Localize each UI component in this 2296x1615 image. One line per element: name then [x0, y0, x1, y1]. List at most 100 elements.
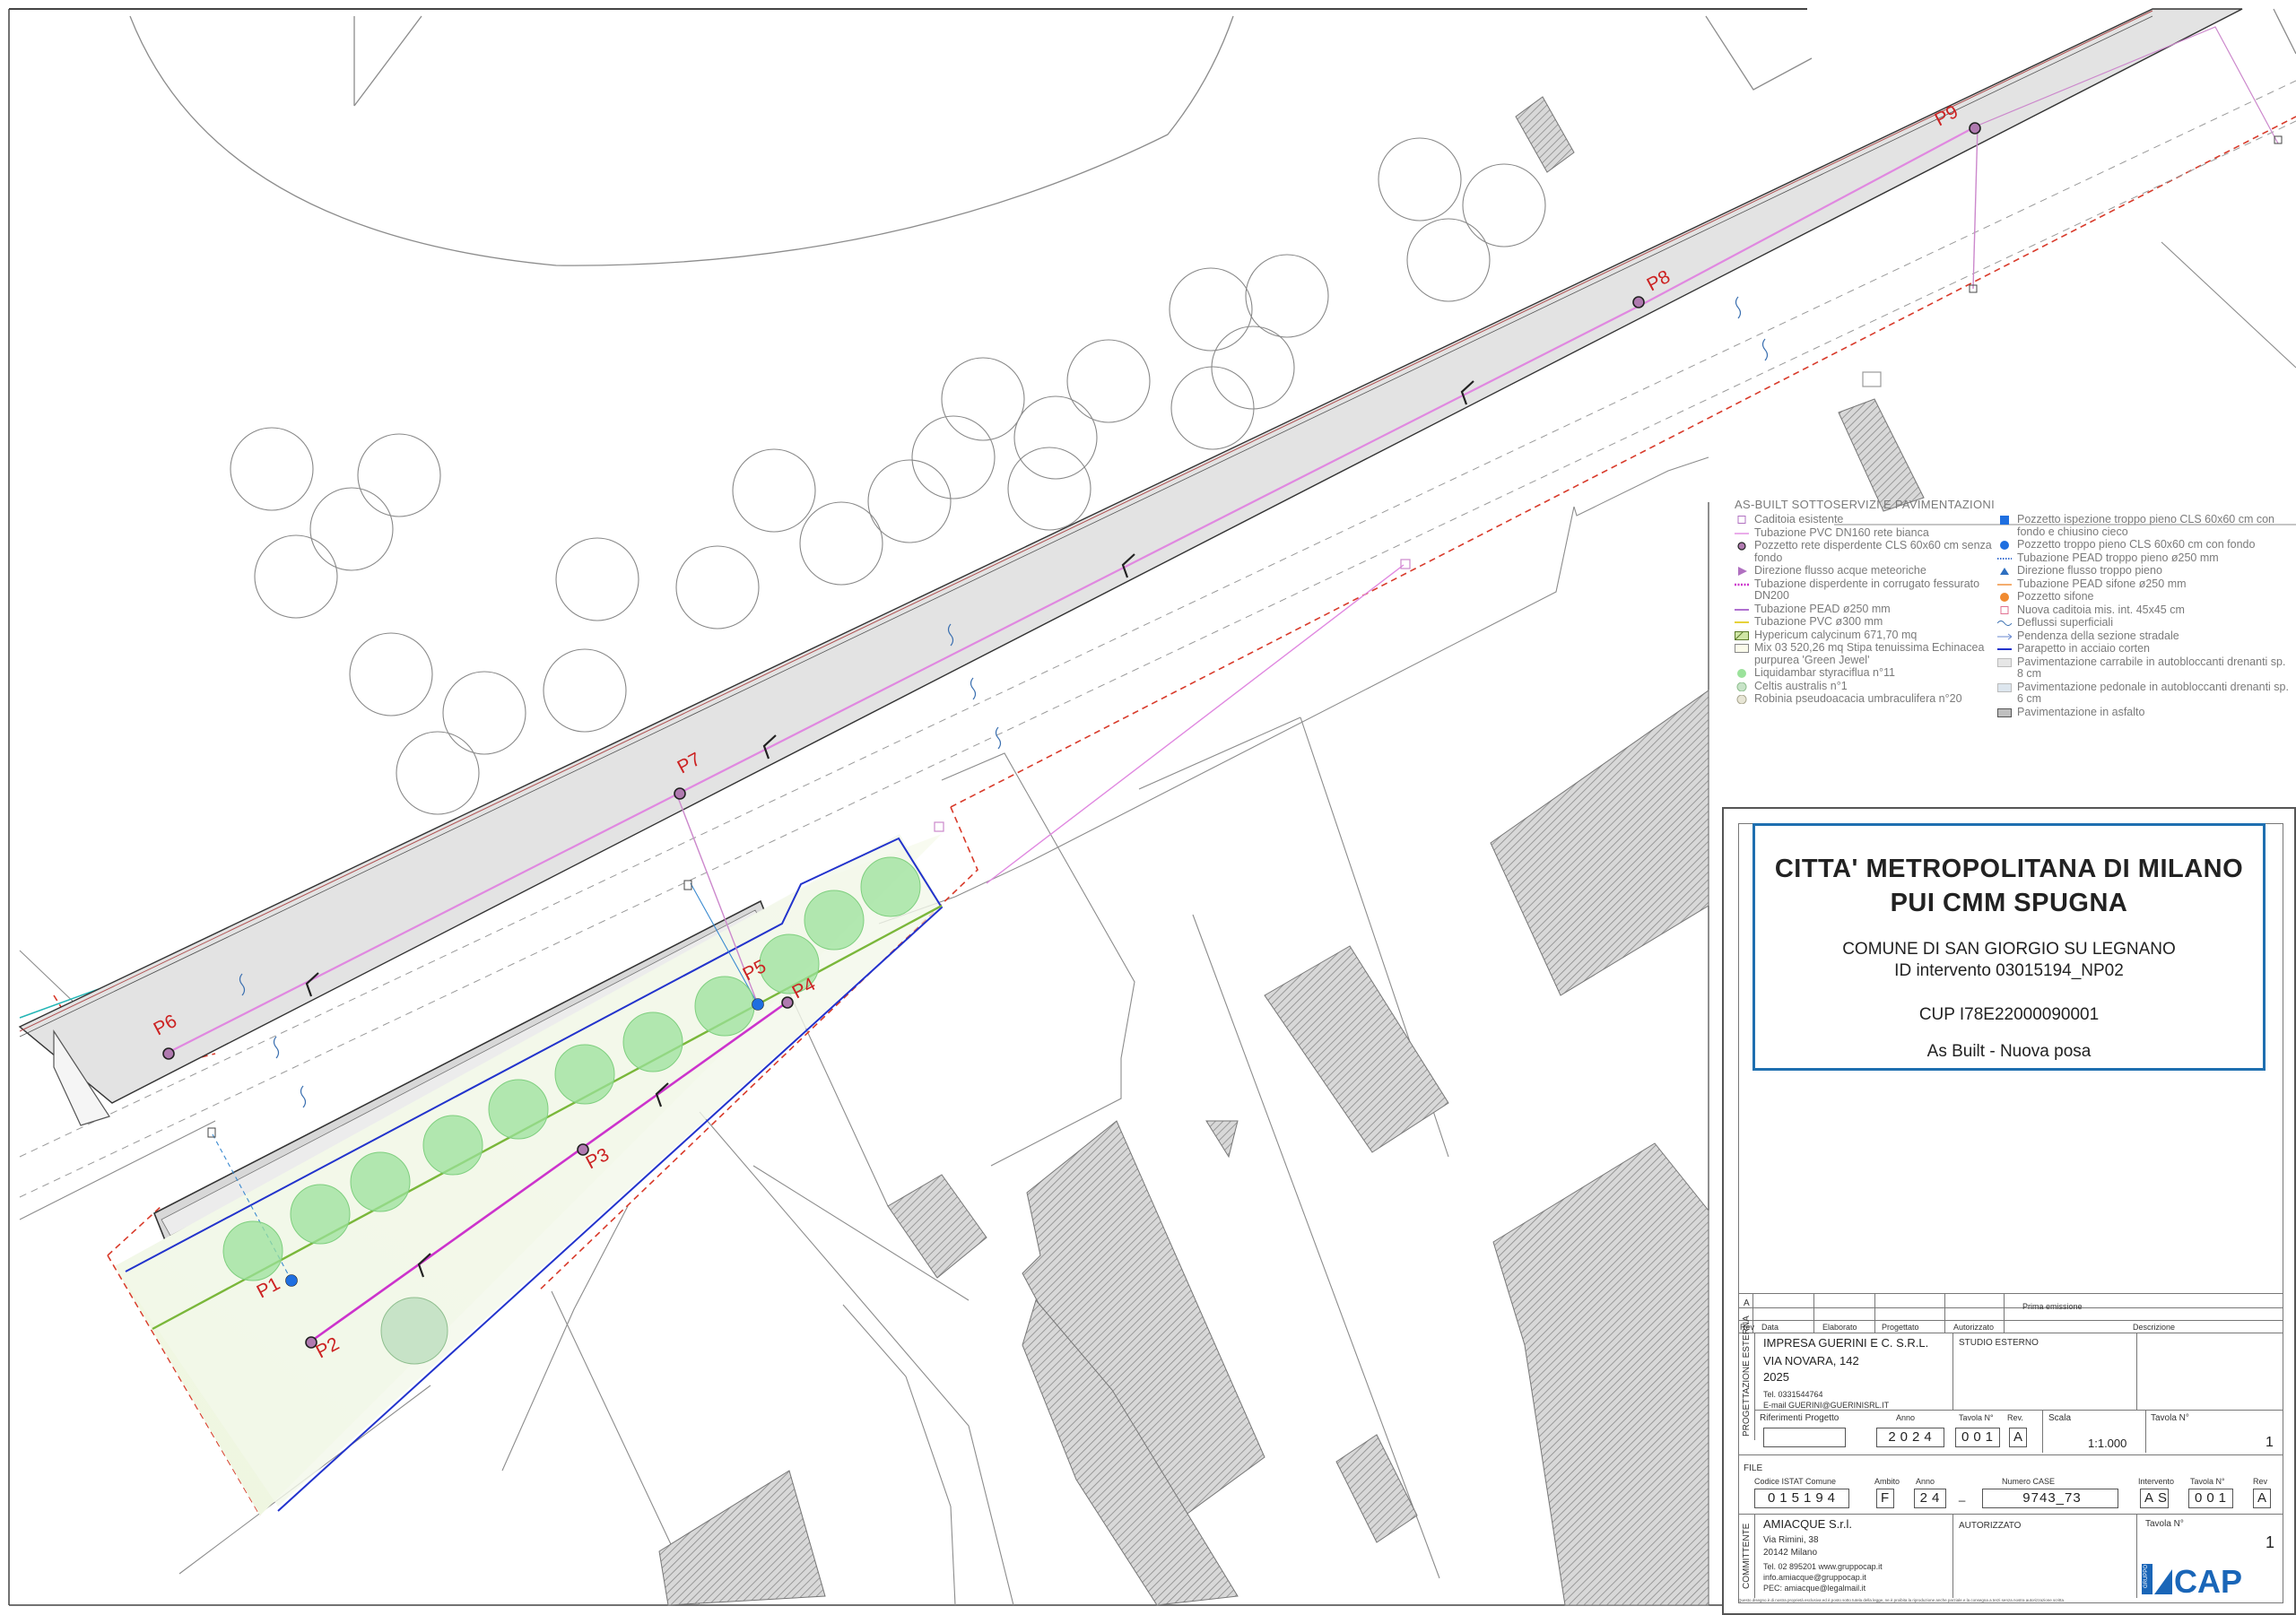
legend-item: Caditoia esistente — [1733, 513, 2002, 526]
file-rev-label: Rev — [2253, 1477, 2268, 1486]
legend-item-label: Pozzetto sifone — [2017, 590, 2094, 603]
rev-header-data: Data — [1761, 1323, 1779, 1332]
impresa-email: E-mail GUERINI@GUERINISRL.IT — [1763, 1401, 1890, 1410]
progettazione-label: PROGETTAZIONE ESTERNA — [1742, 1315, 1752, 1437]
legend-title: AS-BUILT SOTTOSERVIZI E PAVIMENTAZIONI — [1735, 498, 1995, 511]
well-marker-p5 — [752, 998, 764, 1011]
legend-item: Celtis australis n°1 — [1733, 680, 2002, 693]
amiacque-name: AMIACQUE S.r.l. — [1763, 1517, 1852, 1531]
legend-item: Tubazione PVC ø300 mm — [1733, 615, 2002, 629]
id-intervento: ID intervento 03015194_NP02 — [1894, 961, 2124, 980]
case-label: Numero CASE — [2002, 1477, 2056, 1486]
legend-item: Liquidambar styraciflua n°11 — [1733, 666, 2002, 680]
rev-header-progettato: Progettato — [1882, 1323, 1919, 1332]
well-marker-p9 — [1969, 122, 1981, 135]
legend-item-label: Pozzetto troppo pieno CLS 60x60 cm con f… — [2017, 538, 2256, 551]
file-anno-label: Anno — [1916, 1477, 1935, 1486]
rif-rev-label: Rev. — [2007, 1413, 2023, 1422]
title-main: CITTA' METROPOLITANA DI MILANO — [1774, 855, 2244, 883]
legend-item-label: Tubazione PVC ø300 mm — [1754, 615, 1883, 628]
logo-side-text: GRUPPO — [2144, 1565, 2149, 1588]
legend-item-label: Caditoia esistente — [1754, 513, 1844, 525]
legend-item: Deflussi superficiali — [1996, 616, 2292, 630]
interv-label: Intervento — [2138, 1477, 2175, 1486]
legend-item-label: Parapetto in acciaio corten — [2017, 642, 2151, 655]
ambito-label: Ambito — [1874, 1477, 1900, 1486]
title-block: CITTA' METROPOLITANA DI MILANO PUI CMM S… — [1722, 807, 2296, 1615]
legend-item-label: Tubazione PEAD troppo pieno ø250 mm — [2017, 551, 2219, 564]
legend-item-label: Deflussi superficiali — [2017, 616, 2113, 629]
rev-header-descrizione: Descrizione — [2133, 1323, 2176, 1332]
legal-footer: Questo disegno è di nostra proprietà esc… — [1738, 1598, 2066, 1602]
rif-anno-label: Anno — [1896, 1413, 1916, 1422]
tavola2-label: Tavola N° — [2145, 1519, 2184, 1529]
legend-item-label: Tubazione disperdente in corrugato fessu… — [1754, 577, 1980, 602]
tavola-value: 1 — [2266, 1435, 2274, 1450]
rev-header-elaborato: Elaborato — [1822, 1323, 1857, 1332]
cap-logo: GRUPPO CAP — [2142, 1559, 2278, 1600]
amiacque-tel: Tel. 02 895201 www.gruppocap.it — [1763, 1562, 1883, 1571]
legend-item: Pavimentazione in asfalto — [1996, 705, 2292, 719]
legend-item: Tubazione PEAD sifone ø250 mm — [1996, 577, 2292, 591]
legend-item-label: Tubazione PEAD sifone ø250 mm — [2017, 577, 2187, 590]
legend-item-label: Direzione flusso troppo pieno — [2017, 564, 2162, 577]
cup-code: CUP I78E22000090001 — [1918, 1005, 2100, 1024]
legend-item: Robinia pseudoacacia umbraculifera n°20 — [1733, 692, 2002, 706]
comune-label: COMUNE DI SAN GIORGIO SU LEGNANO — [1842, 940, 2176, 959]
scala-value: 1:1.000 — [2088, 1437, 2127, 1450]
rif-tavola: 001 — [1955, 1428, 2000, 1447]
legend-item: Nuova caditoia mis. int. 45x45 cm — [1996, 603, 2292, 617]
legend-item-label: Hypericum calycinum 671,70 mq — [1754, 628, 1918, 641]
legend-item: Tubazione PVC DN160 rete bianca — [1733, 525, 2002, 540]
legend-item-label: Pavimentazione in asfalto — [2017, 705, 2145, 718]
legend-item: Direzione flusso troppo pieno — [1996, 564, 2292, 577]
ambito-code: F — [1876, 1489, 1894, 1508]
logo-text: CAP — [2174, 1563, 2242, 1600]
legend-item: Pozzetto troppo pieno CLS 60x60 cm con f… — [1996, 538, 2292, 551]
file-rev: A — [2253, 1489, 2271, 1508]
committente-label: COMMITTENTE — [1742, 1523, 1752, 1589]
legend-item: Pozzetto rete disperdente CLS 60x60 cm s… — [1733, 539, 2002, 564]
legend-item: Tubazione PEAD troppo pieno ø250 mm — [1996, 551, 2292, 565]
impresa-address: VIA NOVARA, 142 — [1763, 1354, 1859, 1368]
scala-label: Scala — [2048, 1413, 2072, 1423]
legend-item-label: Pavimentazione pedonale in autobloccanti… — [2017, 680, 2289, 705]
case-number: 9743_73 — [1982, 1489, 2118, 1508]
legend-item: Pendenza della sezione stradale — [1996, 630, 2292, 643]
legend-item-label: Tubazione PVC DN160 rete bianca — [1754, 525, 1929, 539]
legend-item: Pozzetto ispezione troppo pieno CLS 60x6… — [1996, 513, 2292, 538]
amiacque-pec: PEC: amiacque@legalmail.it — [1763, 1584, 1866, 1593]
legend: AS-BUILT SOTTOSERVIZI E PAVIMENTAZIONI C… — [1729, 496, 2296, 785]
well-marker-p1 — [285, 1274, 298, 1287]
amiacque-info: info.amiacque@gruppocap.it — [1763, 1573, 1866, 1582]
studio-label: STUDIO ESTERNO — [1959, 1338, 2039, 1348]
legend-item-label: Pozzetto ispezione troppo pieno CLS 60x6… — [2017, 513, 2274, 538]
istat-label: Codice ISTAT Comune — [1754, 1477, 1837, 1486]
legend-item-label: Tubazione PEAD ø250 mm — [1754, 602, 1891, 615]
legend-item: Pavimentazione pedonale in autobloccanti… — [1996, 680, 2292, 706]
legend-item-label: Pozzetto rete disperdente CLS 60x60 cm s… — [1754, 539, 1992, 564]
legend-item-label: Robinia pseudoacacia umbraculifera n°20 — [1754, 692, 1962, 705]
tavola2-value: 1 — [2266, 1533, 2275, 1551]
well-marker-p4 — [781, 996, 794, 1009]
file-label: FILE — [1744, 1463, 1763, 1473]
legend-item-label: Mix 03 520,26 mq Stipa tenuissima Echina… — [1754, 641, 1985, 666]
tavola-label: Tavola N° — [2151, 1413, 2189, 1423]
title-project: PUI CMM SPUGNA — [1890, 889, 2128, 917]
project-header: CITTA' METROPOLITANA DI MILANO PUI CMM S… — [1752, 823, 2266, 1071]
legend-item-label: Liquidambar styraciflua n°11 — [1754, 666, 1895, 679]
rif-label: Riferimenti Progetto — [1760, 1413, 1839, 1423]
robinia-trees — [230, 137, 1546, 815]
autorizzato-label: AUTORIZZATO — [1959, 1521, 2022, 1531]
rev-header-autorizzato: Autorizzato — [1953, 1323, 1995, 1332]
legend-item: Tubazione PEAD ø250 mm — [1733, 603, 2002, 616]
legend-left-column: Caditoia esistente Tubazione PVC DN160 re… — [1733, 513, 2002, 707]
well-marker-p8 — [1632, 296, 1645, 308]
rif-tavola-label: Tavola N° — [1959, 1413, 1994, 1422]
legend-item: Parapetto in acciaio corten — [1996, 642, 2292, 656]
celtis-tree — [380, 1297, 448, 1365]
impresa-tel: Tel. 0331544764 — [1763, 1390, 1823, 1399]
well-marker-p6 — [162, 1047, 175, 1060]
legend-item: Pozzetto sifone — [1996, 590, 2292, 603]
rif-anno: 2024 — [1876, 1428, 1944, 1447]
